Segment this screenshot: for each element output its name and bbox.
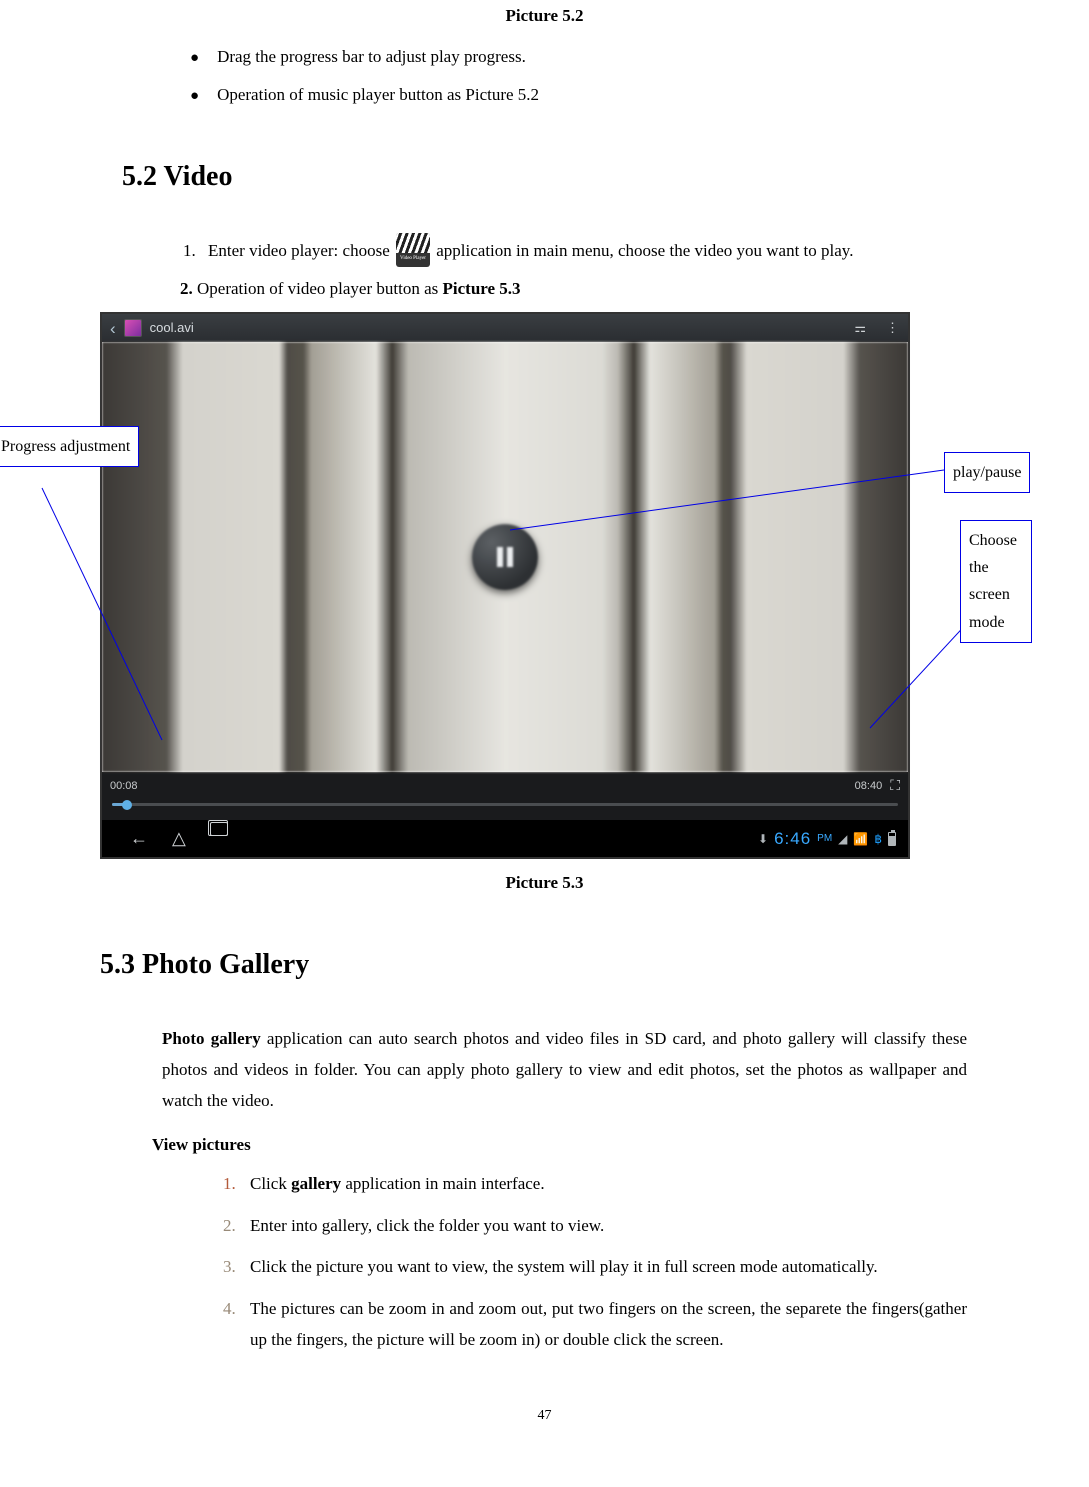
player-controls: 00:08 08:40 ⛶ (102, 772, 908, 820)
pause-icon (497, 547, 513, 567)
callout-screen-mode: Choose the screen mode (960, 520, 1032, 643)
bluetooth-icon: ฿ (874, 828, 882, 850)
play-pause-button[interactable] (472, 524, 538, 590)
video-step-2: 2. Operation of video player button as P… (197, 273, 1049, 304)
text: application in main interface. (341, 1174, 544, 1193)
video-step-1: Enter video player: choose Video Player … (200, 235, 1049, 269)
download-icon: ⬇ (758, 828, 768, 850)
progress-bar[interactable] (102, 795, 908, 815)
nav-home-icon[interactable]: △ (172, 822, 186, 855)
nav-recent-icon[interactable] (210, 822, 228, 836)
text: Enter video player: choose (208, 241, 394, 260)
video-steps-list: Enter video player: choose Video Player … (170, 235, 1049, 305)
progress-thumb[interactable] (122, 800, 132, 810)
battery-icon (888, 832, 896, 846)
status-clock: 6:46 (774, 823, 811, 854)
bullet-item: Operation of music player button as Pict… (190, 79, 1049, 111)
text: application can auto search photos and v… (162, 1029, 967, 1111)
callout-play-pause: play/pause (944, 452, 1030, 493)
video-frame[interactable] (102, 342, 908, 772)
page-number: 47 (40, 1403, 1049, 1429)
bullet-list: Drag the progress bar to adjust play pro… (190, 41, 1049, 111)
text: Operation of video player button as (197, 279, 443, 298)
bullet-item: Drag the progress bar to adjust play pro… (190, 41, 1049, 73)
text-bold: Photo gallery (162, 1029, 261, 1048)
player-titlebar: ‹ cool.avi ⚎ ⋮ (102, 314, 908, 342)
text: Click (250, 1174, 291, 1193)
text-bold: gallery (291, 1174, 341, 1193)
video-filename: cool.avi (150, 316, 835, 340)
text: application in main menu, choose the vid… (436, 241, 853, 260)
system-navbar: ← △ ⬇ 6:46 PM ◢ 📶 ฿ (102, 820, 908, 857)
gallery-intro-paragraph: Photo gallery application can auto searc… (162, 1023, 967, 1117)
section-heading-gallery: 5.3 Photo Gallery (100, 939, 1049, 991)
wifi-icon: ◢ (838, 828, 847, 850)
status-clock-ampm: PM (817, 830, 832, 849)
nav-back-icon[interactable]: ← (130, 822, 148, 855)
current-time: 00:08 (110, 776, 138, 796)
gallery-icon[interactable] (124, 319, 142, 337)
gallery-steps-list: Click gallery application in main interf… (208, 1168, 967, 1355)
total-duration: 08:40 (146, 776, 883, 796)
view-pictures-subheading: View pictures (152, 1129, 1049, 1160)
share-icon[interactable]: ⚎ (854, 316, 866, 340)
text-bold: Picture 5.3 (443, 279, 521, 298)
menu-icon[interactable]: ⋮ (886, 316, 900, 340)
gallery-step-4: The pictures can be zoom in and zoom out… (240, 1293, 967, 1356)
video-player-app-icon: Video Player (396, 233, 430, 267)
figure-caption-5-2: Picture 5.2 (40, 0, 1049, 31)
gallery-step-1: Click gallery application in main interf… (240, 1168, 967, 1199)
back-icon[interactable]: ‹ (110, 313, 116, 344)
gallery-step-3: Click the picture you want to view, the … (240, 1251, 967, 1282)
gallery-step-2: Enter into gallery, click the folder you… (240, 1210, 967, 1241)
callout-progress-adjustment: Progress adjustment (0, 426, 139, 467)
video-player-figure: ‹ cool.avi ⚎ ⋮ 00:08 08:40 ⛶ (100, 312, 910, 859)
signal-icon: 📶 (853, 828, 868, 850)
figure-caption-5-3: Picture 5.3 (40, 867, 1049, 898)
section-heading-video: 5.2 Video (122, 151, 1049, 203)
